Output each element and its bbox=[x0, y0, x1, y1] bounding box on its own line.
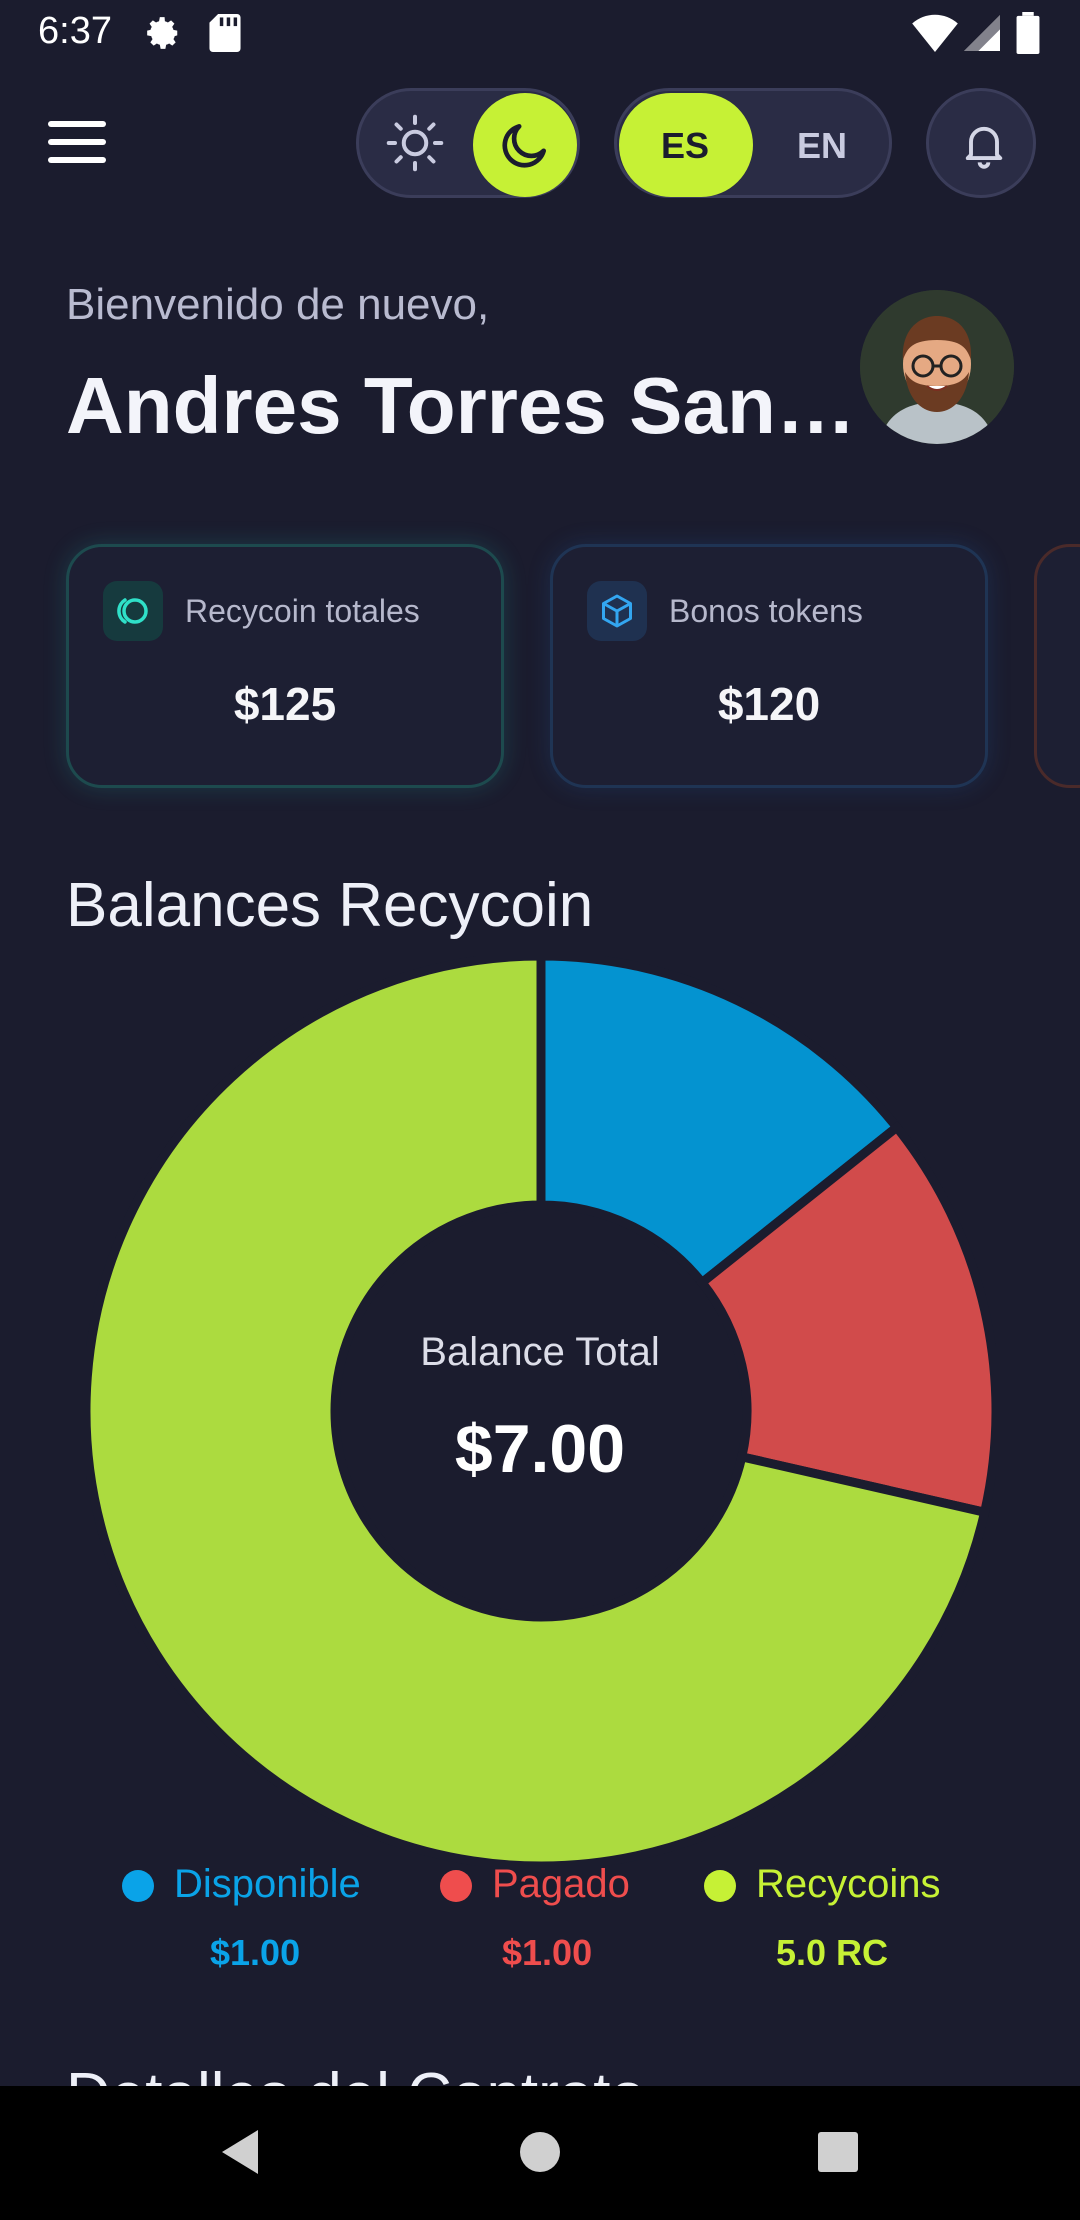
third-stat-card[interactable] bbox=[1034, 544, 1080, 788]
legend-amount-pagado: $1.00 bbox=[502, 1932, 593, 1973]
welcome-greeting: Bienvenido de nuevo, bbox=[66, 280, 490, 329]
sun-icon[interactable] bbox=[385, 113, 445, 173]
home-icon[interactable] bbox=[518, 2130, 562, 2174]
user-name: Andres Torres San… bbox=[66, 361, 856, 450]
legend-amount-disponible: $1.00 bbox=[210, 1932, 301, 1973]
status-time: 6:37 bbox=[38, 10, 112, 52]
menu-icon[interactable] bbox=[46, 118, 108, 166]
status-bar: 6:37 bbox=[0, 0, 1080, 66]
recycoin-total-label: Recycoin totales bbox=[185, 593, 420, 629]
bonus-tokens-card[interactable]: Bonos tokens $120 bbox=[550, 544, 988, 788]
recents-icon[interactable] bbox=[816, 2130, 860, 2174]
notifications-button[interactable] bbox=[926, 88, 1036, 198]
avatar-illustration bbox=[860, 290, 1014, 444]
language-toggle[interactable]: ES EN bbox=[614, 88, 892, 198]
legend-name-disponible: Disponible bbox=[174, 1862, 361, 1906]
token-icon-box bbox=[587, 581, 647, 641]
battery-icon bbox=[1016, 12, 1040, 54]
settings-icon bbox=[147, 17, 178, 49]
back-icon[interactable] bbox=[216, 2126, 262, 2178]
signal-icon bbox=[964, 15, 1000, 51]
lang-en-option[interactable]: EN bbox=[797, 125, 847, 167]
lang-es-option[interactable]: ES bbox=[661, 125, 709, 167]
legend-name-recycoins: Recycoins bbox=[756, 1862, 941, 1906]
cube-icon bbox=[602, 594, 632, 628]
legend-name-pagado: Pagado bbox=[492, 1862, 630, 1906]
legend-dot-disponible bbox=[122, 1870, 154, 1902]
donut-center-value: $7.00 bbox=[454, 1411, 626, 1487]
recycoin-total-value: $125 bbox=[233, 678, 337, 730]
donut-center-label: Balance Total bbox=[420, 1330, 660, 1374]
theme-toggle-knob[interactable] bbox=[473, 93, 577, 197]
bonus-tokens-value: $120 bbox=[717, 678, 821, 730]
sd-card-icon bbox=[209, 14, 241, 52]
chart-title: Balances Recycoin bbox=[66, 871, 594, 940]
legend-amount-recycoins: 5.0 RC bbox=[776, 1932, 889, 1973]
moon-icon bbox=[502, 124, 546, 168]
legend-dot-recycoins bbox=[704, 1870, 736, 1902]
system-nav-bar bbox=[0, 2086, 1080, 2220]
theme-toggle[interactable] bbox=[356, 88, 580, 198]
bonus-tokens-label: Bonos tokens bbox=[669, 593, 863, 629]
legend-dot-pagado bbox=[440, 1870, 472, 1902]
recycoin-icon-box bbox=[103, 581, 163, 641]
wifi-icon bbox=[912, 14, 958, 52]
recycoin-total-card[interactable]: Recycoin totales $125 bbox=[66, 544, 504, 788]
recycoin-icon bbox=[117, 598, 148, 624]
avatar[interactable] bbox=[860, 290, 1014, 444]
bell-icon bbox=[965, 126, 1003, 169]
